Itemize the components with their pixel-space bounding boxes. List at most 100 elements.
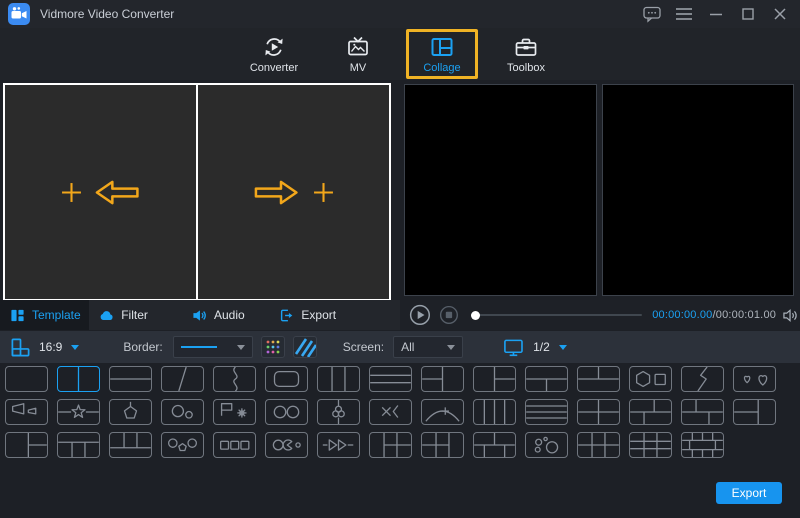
template-cols3[interactable]: [317, 366, 360, 392]
time-total: 00:00:01.00: [716, 309, 776, 321]
template-top1bottom3[interactable]: [57, 432, 100, 458]
panel-tabstrip: Template Filter Audio Export: [0, 300, 400, 330]
maximize-icon[interactable]: [736, 4, 760, 24]
template-megaphones[interactable]: [5, 399, 48, 425]
template-rows3[interactable]: [369, 366, 412, 392]
template-tab-icon: [10, 308, 25, 323]
add-video-plus-icon[interactable]: [313, 182, 334, 203]
template-hexSquare[interactable]: [629, 366, 672, 392]
stop-button[interactable]: [439, 305, 459, 325]
template-top2bottom1[interactable]: [577, 366, 620, 392]
template-top3bottom1[interactable]: [109, 432, 152, 458]
template-row: [5, 366, 776, 392]
template-playArrows[interactable]: [317, 432, 360, 458]
add-video-plus-icon[interactable]: [61, 182, 82, 203]
feedback-icon[interactable]: [640, 4, 664, 24]
converter-icon: [262, 35, 286, 59]
template-hearts[interactable]: [733, 366, 776, 392]
template-gridMixed[interactable]: [473, 432, 516, 458]
collage-cell-right[interactable]: [198, 85, 389, 299]
template-left2rightBig[interactable]: [733, 399, 776, 425]
template-frameGrid[interactable]: [681, 432, 724, 458]
seek-slider[interactable]: [471, 308, 642, 322]
aspect-ratio-icon[interactable]: [10, 337, 31, 358]
screen-dropdown[interactable]: All: [393, 336, 463, 358]
minimize-icon[interactable]: [704, 4, 728, 24]
template-cloverDiv[interactable]: [317, 399, 360, 425]
template-left2right1[interactable]: [421, 366, 464, 392]
template-grid2x2[interactable]: [577, 399, 620, 425]
audio-tab-icon: [192, 308, 207, 323]
volume-icon[interactable]: [783, 308, 800, 323]
template-curve[interactable]: [213, 366, 256, 392]
seek-track[interactable]: [475, 314, 642, 316]
template-rows2[interactable]: [109, 366, 152, 392]
template-circlesAsym[interactable]: [161, 399, 204, 425]
panel-tab-audio[interactable]: Audio: [182, 300, 269, 330]
template-page-caret-icon[interactable]: [559, 345, 567, 350]
panel-tab-label: Template: [32, 308, 81, 322]
panel-tab-label: Audio: [214, 308, 245, 322]
screen-page-monitor-icon[interactable]: [503, 338, 524, 357]
seek-handle[interactable]: [471, 311, 480, 320]
template-leftcolGrid4[interactable]: [369, 432, 412, 458]
aspect-ratio-value[interactable]: 16:9: [39, 340, 62, 354]
template-leftBigRight2[interactable]: [5, 432, 48, 458]
menu-icon[interactable]: [672, 4, 696, 24]
template-pentagon[interactable]: [109, 399, 152, 425]
template-gridOffA[interactable]: [629, 399, 672, 425]
nav-tab-mv[interactable]: MV: [322, 29, 394, 79]
template-single[interactable]: [5, 366, 48, 392]
block-arrow-left-icon: [95, 179, 141, 206]
nav-tab-label: Converter: [250, 62, 298, 74]
template-bubbles[interactable]: [525, 432, 568, 458]
template-circHexCirc[interactable]: [161, 432, 204, 458]
template-zigzag[interactable]: [681, 366, 724, 392]
export-button[interactable]: Export: [716, 482, 782, 504]
border-label: Border:: [123, 340, 162, 354]
nav-tab-converter[interactable]: Converter: [238, 29, 310, 79]
template-cols2[interactable]: [57, 366, 100, 392]
template-left1right2[interactable]: [473, 366, 516, 392]
panel-tab-export[interactable]: Export: [269, 300, 400, 330]
template-rows4[interactable]: [525, 399, 568, 425]
template-squares3[interactable]: [213, 432, 256, 458]
template-cols4[interactable]: [473, 399, 516, 425]
template-grid2x3[interactable]: [577, 432, 620, 458]
nav-tab-toolbox[interactable]: Toolbox: [490, 29, 562, 79]
template-circles2[interactable]: [265, 399, 308, 425]
template-circPacDot[interactable]: [265, 432, 308, 458]
template-top1bottom2[interactable]: [525, 366, 568, 392]
border-style-dropdown[interactable]: [173, 336, 253, 358]
template-gridOffB[interactable]: [681, 399, 724, 425]
toolbox-icon: [514, 35, 538, 59]
window-title: Vidmore Video Converter: [40, 7, 174, 21]
play-button[interactable]: [409, 304, 431, 326]
template-crossBracket[interactable]: [369, 399, 412, 425]
template-starBand[interactable]: [57, 399, 100, 425]
time-current: 00:00:00.00: [652, 309, 712, 321]
template-page-indicator: 1/2: [533, 340, 550, 354]
nav-tab-label: Collage: [423, 62, 460, 74]
template-flagBurst[interactable]: [213, 399, 256, 425]
main-nav: Converter MV Collage Toolbox: [0, 28, 800, 80]
nav-tab-collage[interactable]: Collage: [406, 29, 478, 79]
screen-value: All: [401, 340, 414, 354]
preview-cell-left: [404, 84, 597, 296]
template-row: [5, 432, 776, 458]
border-style-caret-icon: [237, 345, 245, 350]
template-pipRound[interactable]: [265, 366, 308, 392]
border-pattern-button[interactable]: [293, 336, 317, 358]
nav-tab-label: Toolbox: [507, 62, 545, 74]
template-grid4Rightcol[interactable]: [421, 432, 464, 458]
collage-cell-left[interactable]: [5, 85, 196, 299]
template-diag[interactable]: [161, 366, 204, 392]
playback-bar: 00:00:00.00/00:00:01.00: [400, 300, 800, 330]
panel-tab-template[interactable]: Template: [0, 300, 89, 330]
template-grid3x3[interactable]: [629, 432, 672, 458]
border-color-palette-button[interactable]: [261, 336, 285, 358]
close-icon[interactable]: [768, 4, 792, 24]
template-archClover[interactable]: [421, 399, 464, 425]
panel-tab-filter[interactable]: Filter: [89, 300, 182, 330]
aspect-ratio-caret-icon[interactable]: [71, 345, 79, 350]
